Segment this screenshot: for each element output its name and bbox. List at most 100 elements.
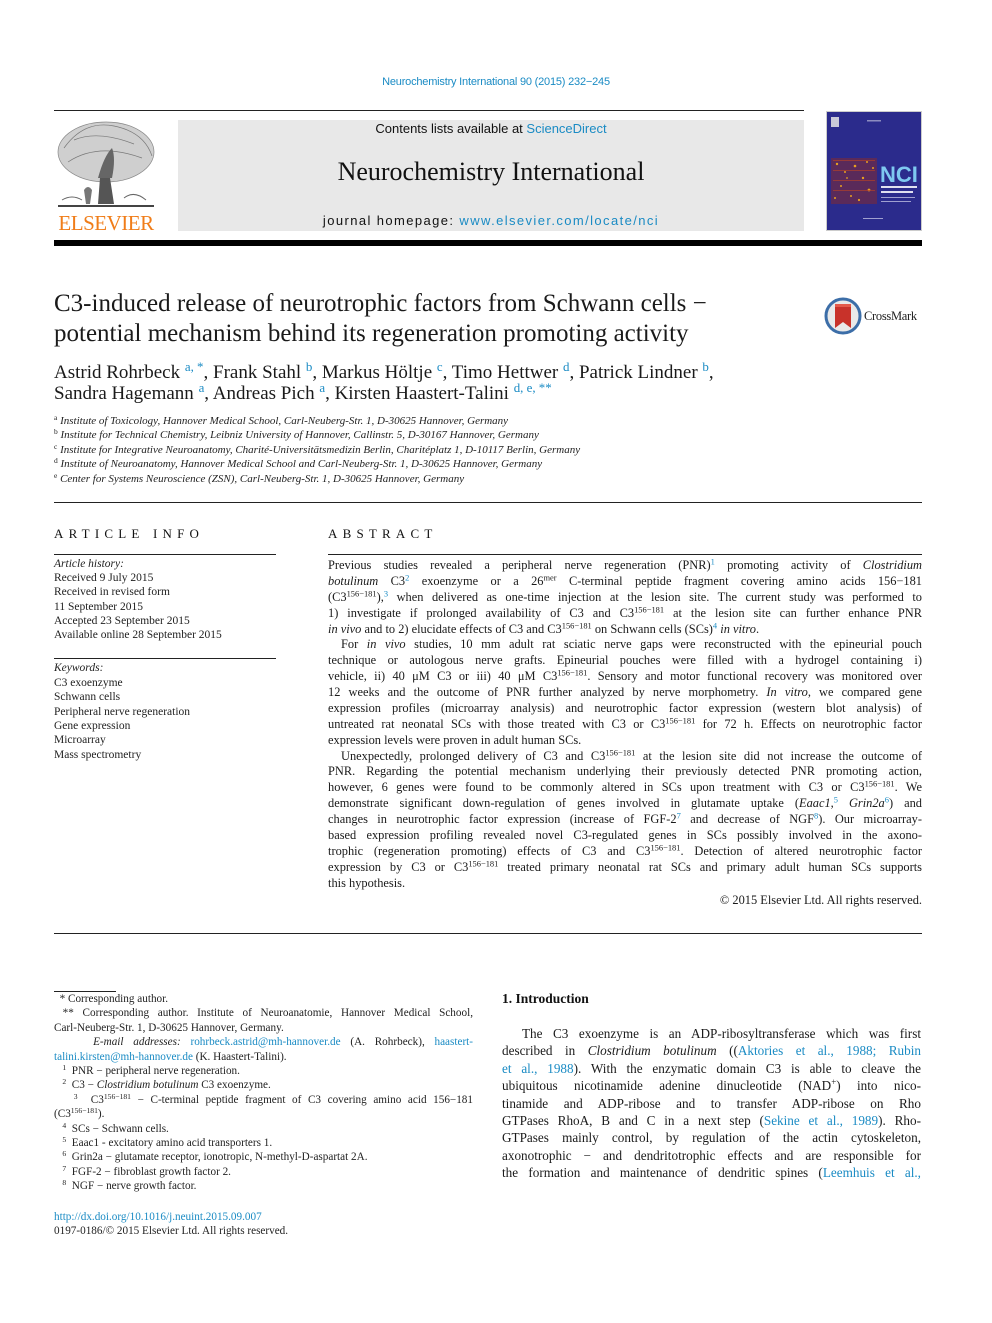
affiliation-text: Institute for Technical Chemistry, Leibn… xyxy=(57,429,539,442)
footnote-ref-link[interactable]: a, * xyxy=(185,359,204,374)
elsevier-tree-icon xyxy=(57,121,155,207)
abstract-line: based expression profiling revealed nove… xyxy=(328,828,922,843)
text-run: * Corresponding author. xyxy=(54,993,169,1005)
text-run: , Kirsten Haastert-Talini xyxy=(325,383,514,404)
introduction-line: The C3 exoenzyme is an ADP-ribosyltransf… xyxy=(522,1026,921,1042)
abstract-heading: ABSTRACT xyxy=(328,526,438,541)
footnote-line: 4 SCs − Schwann cells. xyxy=(54,1121,473,1134)
text-run: technique or autologous nerve grafts. Ep… xyxy=(328,653,922,668)
introduction-line: GTPases RhoA, B and C in a next step (Se… xyxy=(502,1113,921,1129)
text-run: vehicle, ii) 40 μM C3 or iii) 40 μM C3 xyxy=(328,669,558,684)
italic-run: Clostridium xyxy=(862,558,922,572)
journal-citation[interactable]: Neurochemistry International 90 (2015) 2… xyxy=(0,76,992,88)
abstract-line: Unexpectedly, prolonged delivery of C3 a… xyxy=(341,746,922,764)
footnote-ref-link[interactable]: d, e, ** xyxy=(514,380,552,395)
text-run: expression levels were proven in adult h… xyxy=(328,732,582,747)
text-run: , Andreas Pich xyxy=(204,383,320,404)
reference-link[interactable]: et al., 1988 xyxy=(502,1061,574,1076)
abstract-line: expression levels were proven in adult h… xyxy=(328,733,922,748)
affiliation-a: a Institute of Toxicology, Hannover Medi… xyxy=(54,414,509,427)
affiliation-c: c Institute for Integrative Neuroanatomy… xyxy=(54,442,580,455)
text-run: (C3 xyxy=(328,589,347,604)
crossmark-label[interactable]: CrossMark xyxy=(864,309,917,324)
article-info-rule xyxy=(54,554,276,555)
reference-link[interactable]: Sekine et al., 1989 xyxy=(764,1113,878,1128)
text-run: ). Rho- xyxy=(878,1113,921,1128)
journal-cover-image: NCI xyxy=(826,111,922,231)
journal-name: Neurochemistry International xyxy=(337,157,645,186)
superscript: 156−181 xyxy=(561,619,592,630)
text-run: . Sensory and motor functional recovery … xyxy=(587,669,923,684)
keyword-item: Microarray xyxy=(54,734,106,747)
reference-link[interactable]: rohrbeck.astrid@mh-hannover.de xyxy=(190,1036,340,1048)
doi-link[interactable]: http://dx.doi.org/10.1016/j.neuint.2015.… xyxy=(54,1211,262,1223)
italic-run: Clostridium botulinum xyxy=(96,1079,199,1092)
text-run: (C3 xyxy=(54,1108,71,1121)
italic-run: In vitro xyxy=(766,685,808,700)
abstract-line: in vivo and to 2) elucidate effects of C… xyxy=(328,619,922,637)
text-run: ubiquitous nicotinamide adenine dinucleo… xyxy=(502,1078,832,1094)
footnote-line: (C3156−181). xyxy=(54,1107,473,1121)
text-run: when delivered as one-time injection at … xyxy=(388,589,922,604)
keywords-label: Keywords: xyxy=(54,662,104,674)
footnote-line: Carl-Neuberg-Str. 1, D-30625 Hannover, G… xyxy=(54,1022,473,1034)
text-run: expression profiles (microarray analysis… xyxy=(328,700,922,715)
abstract-line: demonstrate significant down-regulation … xyxy=(328,795,922,811)
footnote-rule xyxy=(54,991,116,992)
italic-run: in vivo xyxy=(366,637,406,652)
text-run: changes in neurotrophic factor expressio… xyxy=(328,812,677,827)
journal-cover-art: NCI xyxy=(827,112,921,230)
italic-run: botulinum xyxy=(328,573,379,588)
reference-link[interactable]: haastert- xyxy=(435,1036,474,1048)
text-run: however, 6 genes were found to be common… xyxy=(328,780,865,795)
text-run: GTPases RhoA, B and C in a next step ( xyxy=(502,1113,764,1128)
sciencedirect-link[interactable]: ScienceDirect xyxy=(526,121,606,136)
footnote-line: 7 FGF-2 − fibroblast growth factor 2. xyxy=(54,1164,473,1178)
superscript: 156−181 xyxy=(864,778,895,789)
text-run: described in xyxy=(502,1043,588,1059)
journal-homepage-line: journal homepage: www.elsevier.com/locat… xyxy=(178,213,804,228)
cover-nci-text: NCI xyxy=(880,162,918,187)
text-run: . We xyxy=(894,780,922,795)
crossmark-icon xyxy=(824,297,862,335)
reference-link[interactable]: talini.kirsten@mh-hannover.de xyxy=(54,1051,193,1063)
text-run: (( xyxy=(716,1043,738,1059)
journal-homepage-link[interactable]: www.elsevier.com/locate/nci xyxy=(459,213,659,228)
italic-run: in vitro xyxy=(720,621,756,636)
article-history-label: Article history: xyxy=(54,558,124,570)
superscript: 156−181 xyxy=(605,746,636,757)
footnote-line: talini.kirsten@mh-hannover.de (K. Haaste… xyxy=(54,1051,473,1063)
text-run: Unexpectedly, prolonged delivery of C3 a… xyxy=(341,748,606,763)
text-run: ), xyxy=(376,589,384,604)
text-run: 12 weeks and the outcome of PNR further … xyxy=(328,685,767,700)
author-line-2: Sandra Hagemann a, Andreas Pich a, Kirst… xyxy=(54,380,552,405)
reference-link[interactable]: Leemhuis et al., xyxy=(823,1165,921,1180)
text-run: untreated rat neonatal SCs with those tr… xyxy=(328,716,666,731)
text-run: at the lesion site did not increase the … xyxy=(635,748,922,763)
footnote-line: 2 C3 − Clostridium botulinum C3 exoenzym… xyxy=(54,1078,473,1092)
text-run: Eaac1 - excitatory amino acid transporte… xyxy=(66,1137,273,1149)
keyword-item: Schwann cells xyxy=(54,691,121,704)
text-run: , Patrick Lindner xyxy=(569,362,703,383)
text-run: Astrid Rohrbeck xyxy=(54,362,185,383)
abstract-line: 1) investigate if prolonged availability… xyxy=(328,605,922,621)
text-run: tinamide and ADP-ribose and to transfer … xyxy=(502,1095,921,1111)
text-run: The C3 exoenzyme is an ADP-ribosyltransf… xyxy=(522,1026,921,1041)
doi-link-text[interactable]: http://dx.doi.org/10.1016/j.neuint.2015.… xyxy=(54,1211,262,1223)
superscript: mer xyxy=(543,572,557,583)
text-run: FGF-2 − fibroblast growth factor 2. xyxy=(66,1165,231,1178)
affiliation-text: Institute of Toxicology, Hannover Medica… xyxy=(57,415,509,427)
abstract-line: vehicle, ii) 40 μM C3 or iii) 40 μM C315… xyxy=(328,668,923,684)
text-run xyxy=(54,1094,74,1106)
footnote-line: 1 PNR − peripheral nerve regeneration. xyxy=(54,1064,473,1077)
text-run: the formation and maintenance of dendrit… xyxy=(502,1165,823,1181)
reference-link[interactable]: Aktories et al., 1988; Rubin xyxy=(738,1043,921,1058)
text-run: expression by C3 or C3 xyxy=(328,859,469,874)
affiliation-b: b Institute for Technical Chemistry, Lei… xyxy=(54,428,539,442)
text-run: Sandra Hagemann xyxy=(54,383,199,404)
italic-run: Grin2a xyxy=(848,796,885,811)
abstract-line: untreated rat neonatal SCs with those tr… xyxy=(328,716,922,732)
text-run: For xyxy=(341,637,367,652)
text-run: , xyxy=(708,362,714,383)
contents-available-line: Contents lists available at ScienceDirec… xyxy=(178,121,804,136)
